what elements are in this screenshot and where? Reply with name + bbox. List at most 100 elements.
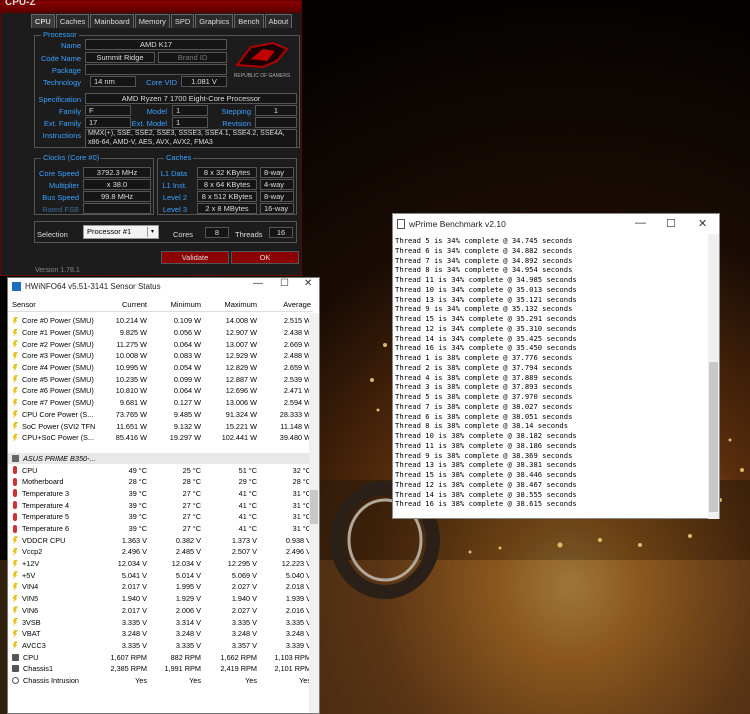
sensor-scrollbar[interactable]	[309, 313, 319, 713]
average-cell: 2.471 W	[283, 386, 311, 396]
log-line: Thread 10 is 38% complete @ 38.182 secon…	[395, 431, 577, 440]
table-row[interactable]: Core #0 Power (SMU) 10.214 W 0.109 W 14.008…	[8, 315, 318, 327]
minimum-cell: 12.034 V	[171, 559, 201, 569]
sensor-name-cell: VBAT	[8, 629, 95, 638]
minimum-cell: 0.056 W	[173, 328, 201, 338]
table-row[interactable]: VIN4 2.017 V 1.995 V 2.027 V 2.018 V	[8, 581, 318, 593]
average-cell: 31 °C	[292, 488, 311, 498]
table-row[interactable]: VIN6 2.017 V 2.006 V 2.027 V 2.016 V	[8, 605, 318, 617]
log-line: Thread 1 is 38% complete @ 37.776 second…	[395, 353, 573, 362]
brand-id-value: Brand ID	[158, 52, 227, 63]
sensor-name: CPU+SoC Power (S...	[22, 433, 94, 443]
table-row[interactable]: Vccp2 2.496 V 2.485 V 2.507 V 2.496 V	[8, 546, 318, 558]
table-row[interactable]: AVCC3 3.335 V 3.335 V 3.357 V 3.339 V	[8, 640, 318, 652]
ok-button[interactable]: OK	[231, 251, 299, 264]
table-row[interactable]: Core #4 Power (SMU) 10.995 W 0.054 W 12.829…	[8, 362, 318, 374]
sensor-table-body: Core #0 Power (SMU) 10.214 W 0.109 W 14.008…	[8, 315, 318, 686]
tab-bench[interactable]: Bench	[234, 14, 264, 28]
close-icon[interactable]: ✕	[304, 278, 312, 289]
minimum-cell: 1,991 RPM	[164, 664, 201, 674]
table-row[interactable]: Core #6 Power (SMU) 10.810 W 0.064 W 12.696…	[8, 385, 318, 397]
col-average[interactable]: Average	[259, 300, 313, 311]
maximize-icon[interactable]: ☐	[280, 278, 289, 289]
multiplier-label: Multiplier	[48, 181, 79, 190]
chip-icon	[12, 454, 19, 462]
minimum-cell: 27 °C	[182, 512, 201, 522]
col-maximum[interactable]: Maximum	[203, 300, 259, 311]
tab-memory[interactable]: Memory	[134, 14, 170, 28]
bolt-icon	[12, 559, 18, 568]
selection-dropdown[interactable]: Processor #1 ▾	[83, 225, 159, 239]
average-cell: 2.594 W	[283, 398, 311, 408]
thermometer-icon	[13, 489, 17, 498]
table-row[interactable]: Core #1 Power (SMU) 9.825 W 0.056 W 12.907 …	[8, 327, 318, 339]
cpuz-tabs: CPU Caches Mainboard Memory SPD Graphics…	[31, 14, 293, 28]
table-row[interactable]: Core #3 Power (SMU) 10.008 W 0.083 W 12.929…	[8, 350, 318, 362]
table-row[interactable]: CPU 1,607 RPM 882 RPM 1,662 RPM 1,103 RPM	[8, 651, 318, 663]
sensor-name-cell: CPU Core Power (S...	[8, 410, 95, 419]
maximize-icon[interactable]: ☐	[666, 217, 676, 230]
table-row[interactable]: 3VSB 3.335 V 3.314 V 3.335 V 3.335 V	[8, 616, 318, 628]
col-minimum[interactable]: Minimum	[149, 300, 203, 311]
minimize-icon[interactable]: —	[635, 217, 646, 229]
minimum-cell: 0.064 W	[173, 339, 201, 349]
hwinfo-title: HWiNFO64 v5.51-3141 Sensor Status	[25, 281, 161, 291]
sensor-name-cell: Temperature 3	[8, 489, 95, 498]
tab-caches[interactable]: Caches	[55, 14, 90, 28]
table-row[interactable]: Motherboard 28 °C 28 °C 29 °C 28 °C	[8, 476, 318, 488]
col-sensor[interactable]: Sensor	[8, 300, 95, 311]
maximum-cell: 12.907 W	[225, 328, 257, 338]
hwinfo-titlebar[interactable]: HWiNFO64 v5.51-3141 Sensor Status	[8, 278, 319, 294]
fan-icon	[12, 653, 19, 661]
log-line: Thread 15 is 34% complete @ 35.291 secon…	[395, 314, 577, 323]
tab-about[interactable]: About	[264, 14, 293, 28]
sensor-scrollbar-thumb[interactable]	[310, 490, 318, 524]
current-cell: 2.496 V	[121, 547, 147, 557]
wprime-scrollbar-thumb[interactable]	[709, 362, 718, 512]
sensor-name-cell: VDDCR CPU	[8, 536, 95, 545]
tab-mainboard[interactable]: Mainboard	[90, 14, 134, 28]
average-cell: 2.659 W	[283, 363, 311, 373]
cpuz-titlebar[interactable]: CPU-Z	[1, 0, 301, 13]
validate-button[interactable]: Validate	[161, 251, 229, 264]
close-icon[interactable]: ✕	[698, 217, 707, 230]
name-label: Name	[60, 41, 81, 50]
average-cell: 2.669 W	[283, 339, 311, 349]
table-row[interactable]: Temperature 3 39 °C 27 °C 41 °C 31 °C	[8, 488, 318, 500]
bolt-icon	[12, 363, 18, 372]
tab-cpu[interactable]: CPU	[31, 14, 55, 28]
table-row[interactable]: Chassis Intrusion Yes Yes Yes Yes	[8, 675, 318, 687]
minimum-cell: Yes	[189, 675, 201, 685]
table-row[interactable]: Core #2 Power (SMU) 11.275 W 0.064 W 13.007…	[8, 338, 318, 350]
table-row[interactable]: Temperature 6 39 °C 27 °C 41 °C 31 °C	[8, 523, 318, 535]
table-row[interactable]: CPU 49 °C 25 °C 51 °C 32 °C	[8, 464, 318, 476]
tab-graphics[interactable]: Graphics	[195, 14, 234, 28]
table-row[interactable]: Core #5 Power (SMU) 10.235 W 0.099 W 12.887…	[8, 373, 318, 385]
table-row[interactable]: Core #7 Power (SMU) 9.681 W 0.127 W 13.006 …	[8, 397, 318, 409]
table-row[interactable]: Temperature 4 39 °C 27 °C 41 °C 31 °C	[8, 499, 318, 511]
maximum-cell: 15.221 W	[225, 421, 257, 431]
table-row[interactable]: VDDCR CPU 1.363 V 0.382 V 1.373 V 0.938 V	[8, 534, 318, 546]
rog-logo: REPUBLIC OF GAMERS	[233, 39, 291, 83]
wprime-scrollbar[interactable]	[708, 234, 719, 519]
col-current[interactable]: Current	[95, 300, 149, 311]
bolt-icon	[12, 606, 18, 615]
table-row[interactable]: Temperature 5 39 °C 27 °C 41 °C 31 °C	[8, 511, 318, 523]
minimize-icon[interactable]: —	[253, 278, 263, 289]
table-row[interactable]: +5V 5.041 V 5.014 V 5.069 V 5.040 V	[8, 569, 318, 581]
table-row[interactable]: Chassis1 2,385 RPM 1,991 RPM 2,419 RPM 2,101…	[8, 663, 318, 675]
average-cell: 2.018 V	[285, 582, 311, 592]
l1-inst-label: L1 Inst.	[162, 181, 187, 190]
table-row[interactable]: CPU Core Power (S... 73.765 W 9.485 W 91.32…	[8, 409, 318, 421]
sensor-group-header[interactable]: ASUS PRIME B350-...	[8, 452, 318, 465]
minimum-cell: 5.014 V	[175, 570, 201, 580]
tab-spd[interactable]: SPD	[170, 14, 195, 28]
table-row[interactable]: +12V 12.034 V 12.034 V 12.295 V 12.223 V	[8, 558, 318, 570]
table-row[interactable]: VBAT 3.248 V 3.248 V 3.248 V 3.248 V	[8, 628, 318, 640]
minimum-cell: 9.485 W	[173, 409, 201, 419]
table-row[interactable]: CPU+SoC Power (S... 85.416 W 19.297 W 102.4…	[8, 432, 318, 444]
instructions-value: MMX(+), SSE, SSE2, SSE3, SSSE3, SSE4.1, …	[85, 129, 297, 148]
table-row[interactable]: SoC Power (SVI2 TFN) 11.651 W 9.132 W 15.22…	[8, 420, 318, 432]
table-row[interactable]: VIN5 1.940 V 1.929 V 1.940 V 1.939 V	[8, 593, 318, 605]
rated-fsb-label: Rated FSB	[42, 205, 79, 214]
